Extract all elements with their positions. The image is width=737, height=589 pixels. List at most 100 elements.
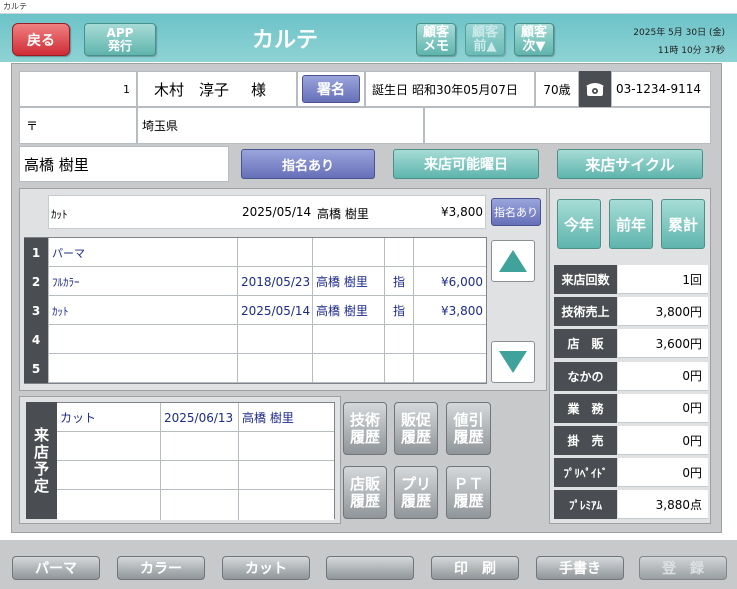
page-title: カルテ	[251, 28, 318, 53]
history-date	[237, 325, 312, 354]
stat-label: 掛 売	[554, 426, 617, 455]
back-button[interactable]: 戻る	[12, 23, 70, 56]
history-menu: ｶｯﾄ	[48, 296, 237, 325]
blank-footer-button[interactable]	[326, 556, 414, 580]
table-row[interactable]: 1 パーマ	[24, 238, 486, 267]
last-visit-menu: ｶｯﾄ	[51, 208, 68, 221]
last-visit-row: ｶｯﾄ 2025/05/14 高橋 樹里 ¥3,800	[48, 195, 486, 229]
stat-value: 0円	[618, 458, 708, 488]
current-date: 2025年 5月 30日 (金)	[633, 28, 725, 38]
tech-history-button[interactable]: 技術 履歴	[343, 402, 387, 455]
assigned-staff: 高橋 樹里	[19, 146, 229, 182]
history-nominated	[384, 354, 413, 383]
reservation-menu: カット	[60, 411, 97, 425]
table-row[interactable]: 3 ｶｯﾄ 2025/05/14 高橋 樹里指 ¥3,800	[24, 296, 486, 325]
history-scroll-up-button[interactable]	[491, 240, 535, 282]
history-menu: パーマ	[48, 238, 237, 267]
stat-label: 技術売上	[554, 297, 617, 327]
reservation-date	[160, 490, 238, 520]
table-row[interactable]: 4	[24, 325, 486, 354]
visit-cycle-button[interactable]: 来店サイクル	[557, 149, 703, 179]
postal-code-cell: 〒	[19, 107, 137, 144]
customer-memo-button[interactable]: 顧客 メモ	[416, 23, 456, 56]
reservation-date	[160, 461, 238, 490]
customer-name: 木村 淳子	[154, 80, 230, 99]
history-nominated: 指	[384, 267, 413, 296]
last-visit-staff: 高橋 樹里	[317, 207, 369, 221]
stat-label: 店 販	[554, 329, 617, 359]
history-date	[237, 354, 312, 383]
reservation-row[interactable]	[57, 461, 334, 490]
address-extra-cell	[424, 107, 711, 144]
phone-icon	[579, 71, 611, 107]
history-date: 2018/05/23	[237, 267, 312, 296]
history-price	[413, 354, 486, 383]
sign-button-cell: 署名	[297, 71, 365, 107]
history-staff	[312, 238, 384, 267]
tab-this-year[interactable]: 今年	[557, 199, 601, 249]
history-scroll-down-button[interactable]	[491, 341, 535, 383]
stat-value: 1回	[618, 265, 708, 294]
history-nominated	[384, 238, 413, 267]
customer-next-button[interactable]: 顧客 次▼	[514, 23, 554, 56]
stat-value: 3,880点	[618, 490, 708, 520]
shop-sales-history-button[interactable]: 店販 履歴	[343, 466, 387, 519]
history-date	[237, 238, 312, 267]
current-time: 11時 10分 37秒	[657, 46, 725, 56]
table-row[interactable]: 2 ﾌﾙｶﾗｰ 2018/05/23 高橋 樹里指 ¥6,000	[24, 267, 486, 296]
perm-button[interactable]: パーマ	[12, 556, 100, 580]
row-number: 3	[24, 296, 48, 325]
phone-number: 03-1234-9114	[611, 71, 711, 107]
stat-label: なかの	[554, 361, 617, 391]
address-cell: 埼玉県	[137, 107, 424, 144]
history-price	[413, 238, 486, 267]
visit-days-button[interactable]: 来店可能曜日	[393, 149, 539, 179]
register-button[interactable]: 登 録	[639, 556, 727, 580]
customer-number: 1	[19, 71, 137, 107]
row-number: 5	[24, 354, 48, 383]
stat-value: 3,600円	[618, 329, 708, 359]
promo-history-button[interactable]: 販促 履歴	[394, 402, 438, 455]
history-staff	[312, 354, 384, 383]
last-visit-nominated-button[interactable]: 指名あり	[491, 198, 541, 226]
row-number: 2	[24, 267, 48, 296]
reservation-staff	[238, 461, 334, 490]
history-date: 2025/05/14	[237, 296, 312, 325]
tab-last-year[interactable]: 前年	[609, 199, 653, 249]
history-menu	[48, 325, 237, 354]
pt-history-button[interactable]: ＰＴ 履歴	[446, 466, 491, 519]
sign-button[interactable]: 署名	[302, 75, 360, 103]
stat-label: ﾌﾟﾚﾐｱﾑ	[554, 490, 617, 520]
history-staff: 高橋 樹里	[312, 296, 384, 325]
prepaid-history-button[interactable]: プリ 履歴	[394, 466, 438, 519]
reservation-date	[160, 432, 238, 461]
stat-value: 0円	[618, 361, 708, 391]
handwriting-button[interactable]: 手書き	[536, 556, 624, 580]
discount-history-button[interactable]: 値引 履歴	[446, 402, 491, 455]
customer-prev-button[interactable]: 顧客 前▲	[465, 23, 505, 56]
history-nominated: 指	[384, 296, 413, 325]
history-staff: 高橋 樹里	[312, 267, 384, 296]
reservation-staff	[238, 490, 334, 520]
customer-name-cell: 木村 淳子 様	[137, 71, 297, 107]
cut-button[interactable]: カット	[222, 556, 310, 580]
birthday-cell: 誕生日 昭和30年05月07日	[365, 71, 535, 107]
window-titlebar: カルテ	[0, 0, 737, 14]
reservation-row-empty[interactable]	[57, 490, 334, 520]
reservation-row[interactable]	[57, 432, 334, 461]
table-row[interactable]: 5	[24, 354, 486, 383]
reservation-label: 来店予定	[26, 402, 57, 519]
reservation-row[interactable]: カット 2025/06/13 高橋 樹里	[57, 403, 334, 432]
last-visit-date: 2025/05/14	[242, 205, 312, 219]
reservation-staff	[238, 432, 334, 461]
history-menu	[48, 354, 237, 383]
history-price	[413, 325, 486, 354]
last-visit-price: ¥3,800	[441, 205, 483, 219]
row-number: 4	[24, 325, 48, 354]
print-button[interactable]: 印 刷	[431, 556, 519, 580]
reservation-menu	[57, 461, 160, 490]
app-issue-button[interactable]: APP 発行	[84, 23, 156, 56]
tab-total[interactable]: 累計	[661, 199, 705, 249]
nominated-button[interactable]: 指名あり	[241, 149, 375, 179]
color-button[interactable]: カラー	[117, 556, 205, 580]
